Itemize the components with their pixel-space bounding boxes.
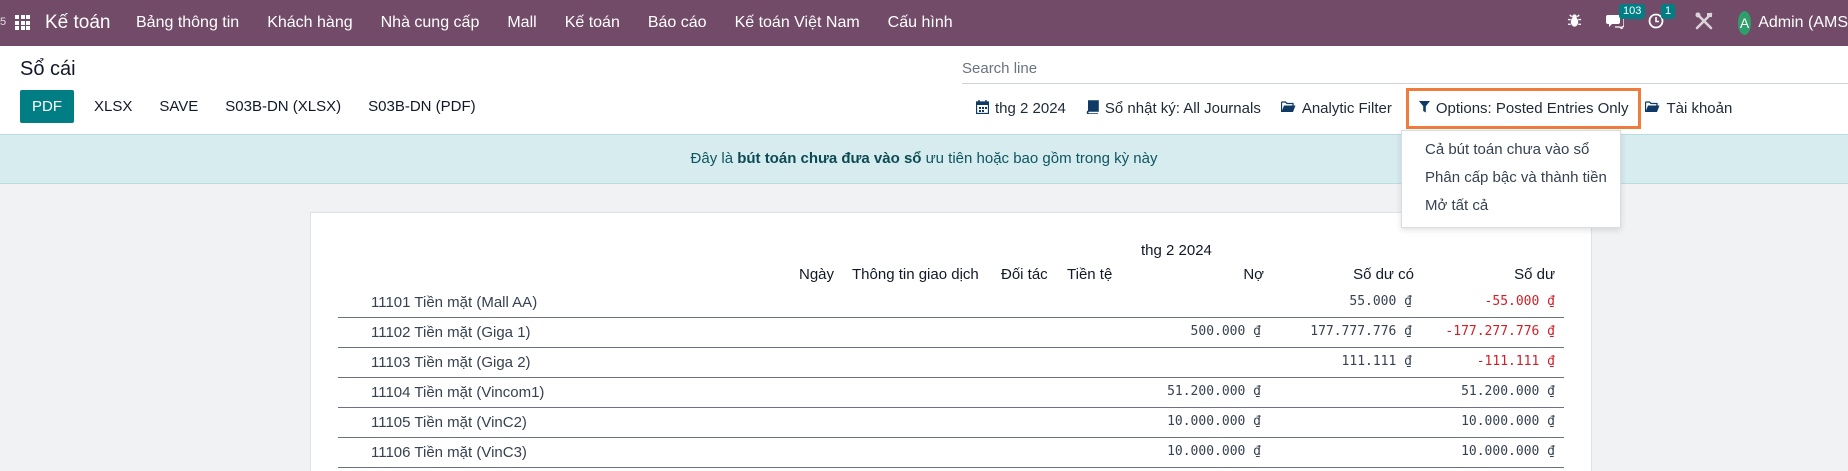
report-buttons: PDF XLSX SAVE S03B-DN (XLSX) S03B-DN (PD…: [20, 90, 503, 123]
alert-prefix: Đây là: [690, 150, 738, 167]
balance-cell: 10.000.000 ₫: [1461, 414, 1555, 429]
debit-cell: 10.000.000 ₫: [1167, 444, 1261, 459]
calendar-icon: [975, 99, 990, 117]
control-panel: Sổ cái Search line PDF XLSX SAVE S03B-DN…: [0, 46, 1848, 134]
page-title: Sổ cái: [20, 58, 76, 80]
column-header-debit: Nợ: [1243, 266, 1264, 283]
option-hierarchy-subtotals[interactable]: Phân cấp bậc và thành tiền: [1425, 169, 1607, 186]
s03b-xlsx-button[interactable]: S03B-DN (XLSX): [225, 98, 341, 115]
menu-item-mall[interactable]: Mall: [507, 14, 536, 32]
period-header: thg 2 2024: [1141, 242, 1212, 259]
account-name[interactable]: 11104 Tiền mặt (Vincom1): [371, 384, 544, 401]
table-row[interactable]: 11106 Tiền mặt (VinC3) 10.000.000 ₫ 10.0…: [338, 438, 1564, 468]
credit-cell: 55.000 ₫: [1349, 294, 1412, 309]
column-header-balance: Số dư: [1514, 266, 1555, 283]
s03b-pdf-button[interactable]: S03B-DN (PDF): [368, 98, 476, 115]
navbar-systray: 103 1 A Admin (AMS: [1567, 0, 1848, 46]
messages-chat-icon[interactable]: 103: [1606, 3, 1646, 34]
folder-open-icon: [1280, 100, 1296, 116]
balance-cell: -111.111 ₫: [1476, 354, 1555, 369]
accounts-filter[interactable]: Tài khoản: [1645, 100, 1732, 117]
debit-cell: 500.000 ₫: [1190, 324, 1261, 339]
book-icon: [1086, 99, 1099, 117]
balance-cell: -177.277.776 ₫: [1445, 324, 1555, 339]
analytic-filter-label: Analytic Filter: [1301, 99, 1392, 117]
account-name[interactable]: 11106 Tiền mặt (VinC3): [371, 444, 527, 461]
account-name[interactable]: 11101 Tiền mặt (Mall AA): [371, 294, 537, 311]
menu-item-configuration[interactable]: Cấu hình: [888, 14, 953, 32]
table-row[interactable]: 11101 Tiền mặt (Mall AA) 55.000 ₫ -55.00…: [338, 288, 1564, 318]
column-header-partner: Đối tác: [1001, 266, 1048, 283]
journals-filter[interactable]: Sổ nhật ký: All Journals: [1086, 100, 1261, 117]
menu-item-accounting[interactable]: Kế toán: [565, 14, 620, 32]
table-row[interactable]: 11102 Tiền mặt (Giga 1) 500.000 ₫ 177.77…: [338, 318, 1564, 348]
column-header-credit: Số dư có: [1353, 266, 1414, 283]
account-name[interactable]: 11105 Tiền mặt (VinC2): [371, 414, 527, 431]
balance-cell: 51.200.000 ₫: [1461, 384, 1555, 399]
user-menu[interactable]: A Admin (AMS: [1738, 11, 1848, 35]
column-header-date: Ngày: [799, 266, 835, 283]
table-row[interactable]: 11104 Tiền mặt (Vincom1) 51.200.000 ₫ 51…: [338, 378, 1564, 408]
options-dropdown-menu: Cả bút toán chưa vào sổ Phân cấp bậc và …: [1401, 130, 1621, 228]
funnel-icon: [1418, 100, 1430, 116]
account-name[interactable]: 11102 Tiền mặt (Giga 1): [371, 324, 531, 341]
cut-off-edge-text: 5: [0, 16, 7, 28]
menu-item-vendors[interactable]: Nhà cung cấp: [381, 14, 480, 32]
account-name[interactable]: 11103 Tiền mặt (Giga 2): [371, 354, 531, 371]
credit-cell: 111.111 ₫: [1341, 354, 1412, 369]
options-filter-label: Options: Posted Entries Only: [1435, 99, 1629, 117]
date-filter[interactable]: thg 2 2024: [975, 99, 1066, 117]
table-row[interactable]: 11105 Tiền mặt (VinC2) 10.000.000 ₫ 10.0…: [338, 408, 1564, 438]
alert-suffix: ưu tiên hoặc bao gồm trong kỳ này: [921, 150, 1158, 167]
top-navbar: 5 Kế toán Bảng thông tin Khách hàng Nhà …: [0, 0, 1848, 46]
messages-count-badge: 103: [1619, 3, 1646, 19]
app-menu-grid-icon[interactable]: [15, 15, 30, 30]
report-filters: thg 2 2024 Sổ nhật ký: All Journals Anal…: [975, 87, 1732, 129]
menu-item-vn-accounting[interactable]: Kế toán Việt Nam: [735, 14, 860, 32]
table-row[interactable]: 11103 Tiền mặt (Giga 2) 111.111 ₫ -111.1…: [338, 348, 1564, 378]
activity-clock-icon[interactable]: 1: [1648, 3, 1676, 34]
column-header-currency: Tiền tệ: [1067, 266, 1113, 283]
pdf-button[interactable]: PDF: [20, 90, 74, 123]
menu-item-dashboard[interactable]: Bảng thông tin: [136, 14, 239, 32]
folder-open-icon: [1645, 100, 1660, 116]
accounts-filter-label: Tài khoản: [1666, 99, 1733, 117]
balance-cell: 10.000.000 ₫: [1461, 444, 1555, 459]
alert-bold-text: bút toán chưa đưa vào sổ: [737, 150, 922, 167]
activity-count-badge: 1: [1661, 3, 1676, 19]
user-name: Admin (AMS: [1758, 14, 1848, 31]
credit-cell: 177.777.776 ₫: [1310, 324, 1412, 339]
analytic-filter[interactable]: Analytic Filter: [1280, 99, 1392, 117]
main-menu: Bảng thông tin Khách hàng Nhà cung cấp M…: [136, 14, 981, 32]
column-header-communication: Thông tin giao dịch: [852, 266, 979, 283]
debit-cell: 10.000.000 ₫: [1167, 414, 1261, 429]
menu-item-customers[interactable]: Khách hàng: [267, 14, 352, 32]
journals-filter-label: Sổ nhật ký: All Journals: [1104, 99, 1261, 117]
options-filter[interactable]: Options: Posted Entries Only: [1405, 87, 1642, 129]
save-button[interactable]: SAVE: [159, 98, 198, 115]
search-input[interactable]: Search line: [962, 54, 1848, 84]
tools-crossed-icon[interactable]: [1694, 11, 1714, 36]
xlsx-button[interactable]: XLSX: [94, 98, 132, 115]
debit-cell: 51.200.000 ₫: [1167, 384, 1261, 399]
menu-item-reports[interactable]: Báo cáo: [648, 14, 707, 32]
option-include-unposted[interactable]: Cả bút toán chưa vào sổ: [1425, 141, 1589, 158]
avatar: A: [1738, 11, 1752, 35]
date-filter-label: thg 2 2024: [995, 99, 1066, 117]
balance-cell: -55.000 ₫: [1484, 294, 1555, 309]
option-unfold-all[interactable]: Mở tất cả: [1425, 197, 1488, 214]
debug-bug-icon[interactable]: [1567, 13, 1582, 33]
app-name[interactable]: Kế toán: [45, 12, 111, 34]
